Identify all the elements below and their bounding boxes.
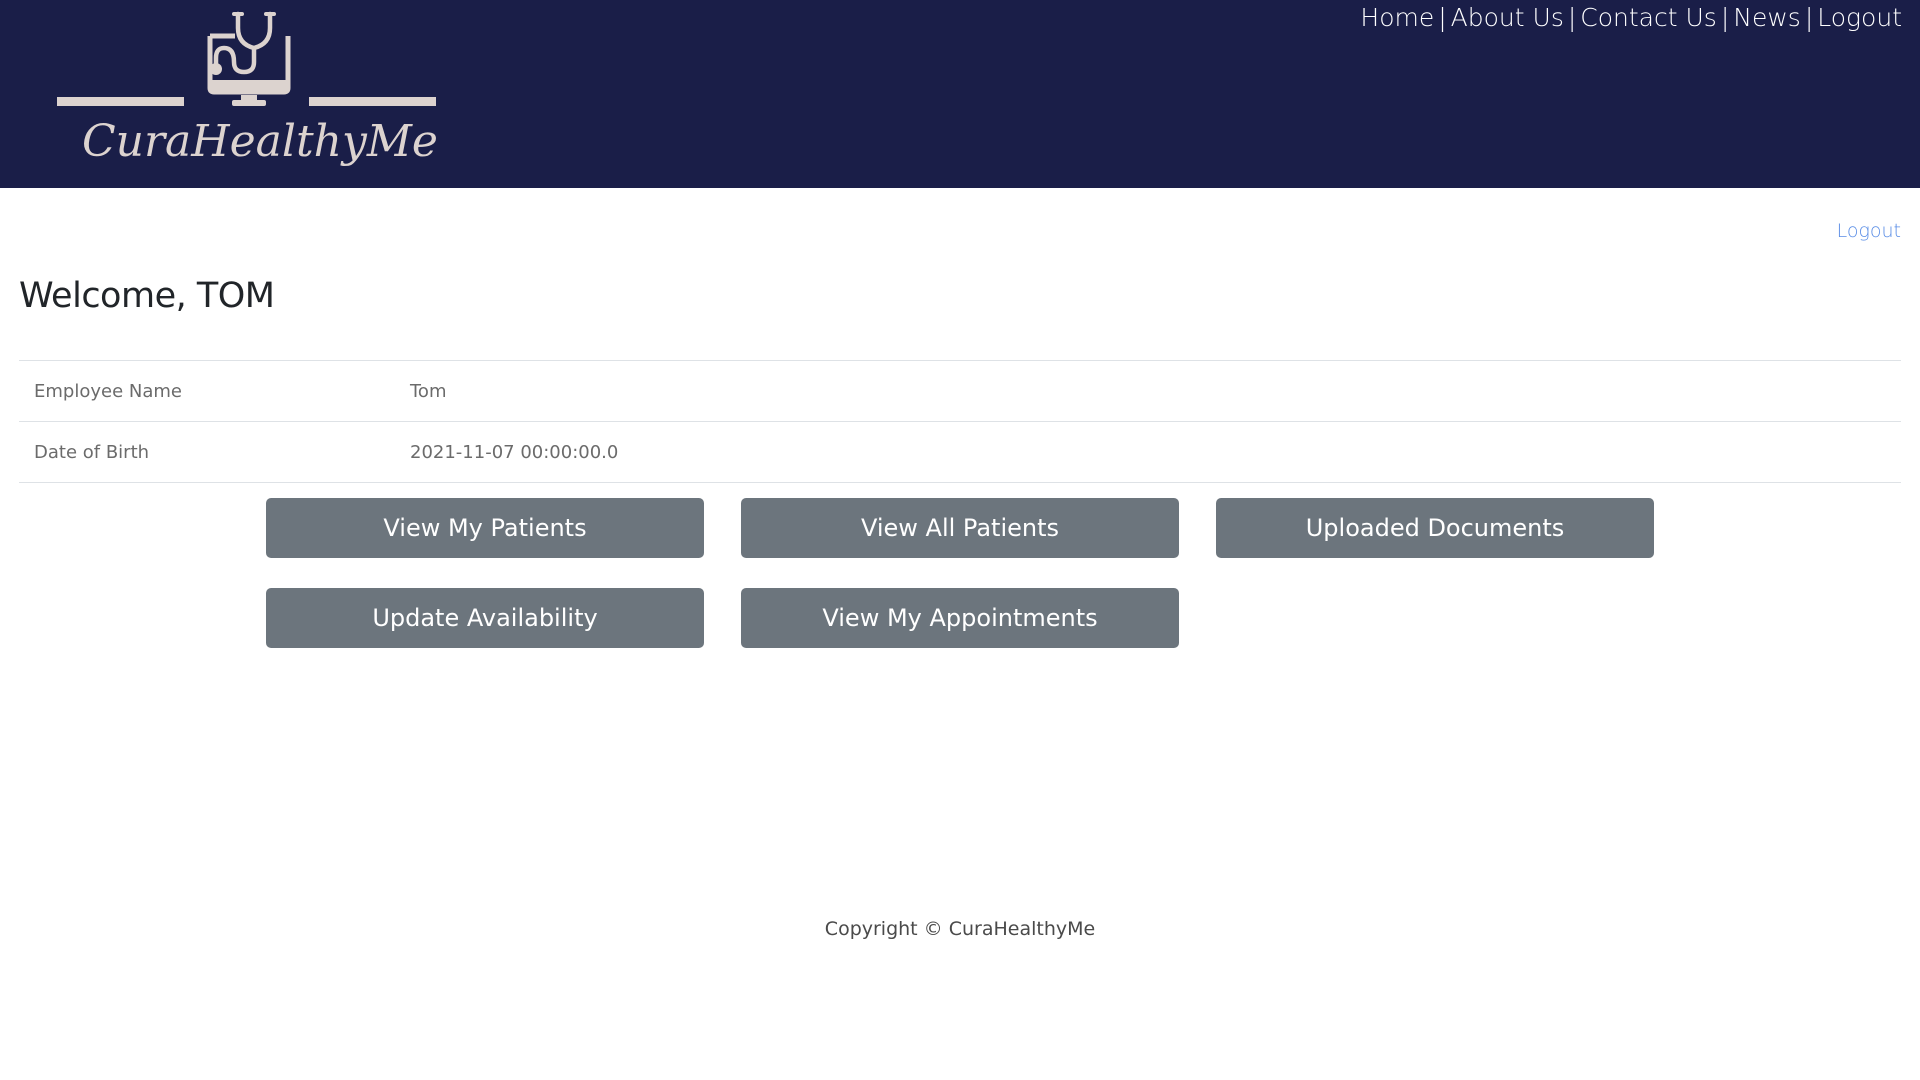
top-nav: Home | About Us | Contact Us | News | Logout — [1360, 1, 1902, 35]
date-of-birth-value: 2021-11-07 00:00:00.0 — [410, 441, 619, 463]
date-of-birth-label: Date of Birth — [34, 441, 150, 463]
uploaded-documents-button[interactable]: Uploaded Documents — [1216, 498, 1654, 558]
view-my-patients-button[interactable]: View My Patients — [266, 498, 704, 558]
table-row: Date of Birth 2021-11-07 00:00:00.0 — [19, 421, 1901, 483]
nav-logout[interactable]: Logout — [1817, 3, 1902, 32]
page-title: Welcome, TOM — [19, 276, 275, 316]
nav-contact-us[interactable]: Contact Us — [1580, 3, 1717, 32]
employee-name-value: Tom — [410, 380, 447, 402]
view-my-appointments-button[interactable]: View My Appointments — [741, 588, 1179, 648]
table-row: Employee Name Tom — [19, 360, 1901, 422]
employee-name-label: Employee Name — [34, 380, 182, 402]
nav-separator: | — [1438, 3, 1447, 32]
logout-link[interactable]: Logout — [1837, 220, 1901, 242]
nav-separator: | — [1804, 3, 1814, 32]
brand-name: CuraHealthyMe — [82, 116, 438, 167]
footer-copyright: Copyright © CuraHealthyMe — [824, 918, 1096, 940]
nav-separator: | — [1720, 3, 1730, 32]
nav-news[interactable]: News — [1733, 3, 1801, 32]
nav-separator: | — [1567, 3, 1577, 32]
nav-about-us[interactable]: About Us — [1451, 3, 1564, 32]
employee-details-table: Employee Name Tom Date of Birth 2021-11-… — [19, 360, 1901, 483]
view-all-patients-button[interactable]: View All Patients — [741, 498, 1179, 558]
update-availability-button[interactable]: Update Availability — [266, 588, 704, 648]
nav-home[interactable]: Home — [1360, 3, 1434, 32]
brand-logo[interactable]: CuraHealthyMe — [50, 0, 450, 188]
site-header: CuraHealthyMe Home | About Us | Contact Us | N… — [0, 0, 1920, 188]
